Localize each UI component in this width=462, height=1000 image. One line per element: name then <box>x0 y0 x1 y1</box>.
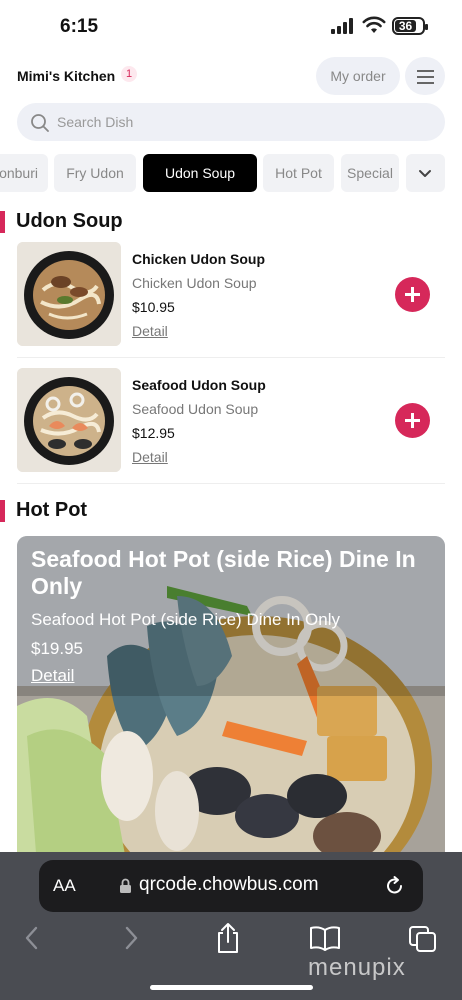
add-to-cart-button[interactable] <box>395 277 430 312</box>
share-icon[interactable] <box>214 922 242 954</box>
bookmarks-icon[interactable] <box>309 925 341 951</box>
cart-count-badge: 1 <box>121 66 137 82</box>
battery-level: 36 <box>395 20 416 32</box>
address-bar[interactable]: AA qrcode.chowbus.com <box>39 860 423 912</box>
forward-arrow-icon[interactable] <box>121 925 141 951</box>
header: Mimi's Kitchen 1 My order <box>0 54 462 98</box>
battery-icon: 36 <box>392 17 428 35</box>
item-name: Chicken Udon Soup <box>132 251 265 267</box>
divider <box>17 357 445 358</box>
featured-item-name: Seafood Hot Pot (side Rice) Dine In Only <box>31 546 416 599</box>
section-title-hot-pot: Hot Pot <box>16 499 88 521</box>
item-description: Chicken Udon Soup <box>132 275 257 291</box>
item-detail-link[interactable]: Detail <box>132 449 168 465</box>
menu-item[interactable]: Chicken Udon Soup Chicken Udon Soup $10.… <box>17 242 445 348</box>
divider <box>17 483 445 484</box>
item-price: $12.95 <box>132 425 175 441</box>
featured-menu-item[interactable]: Seafood Hot Pot (side Rice) Dine In Only… <box>17 536 445 866</box>
tab-hot-pot[interactable]: Hot Pot <box>263 154 334 192</box>
seafood-udon-soup-photo <box>17 368 121 472</box>
item-price: $10.95 <box>132 299 175 315</box>
menu-item[interactable]: Seafood Udon Soup Seafood Udon Soup $12.… <box>17 368 445 474</box>
store-name: Mimi's Kitchen <box>17 68 116 84</box>
reload-icon[interactable] <box>384 875 406 897</box>
tab-donburi[interactable]: onburi <box>0 154 48 192</box>
featured-item-detail-link[interactable]: Detail <box>31 666 74 686</box>
tab-special[interactable]: Special <box>341 154 399 192</box>
chevron-down-icon <box>419 170 431 177</box>
hamburger-menu-button[interactable] <box>405 57 445 95</box>
url-text: qrcode.chowbus.com <box>139 874 319 895</box>
search-placeholder: Search Dish <box>57 114 134 130</box>
my-order-button[interactable]: My order <box>316 57 400 95</box>
section-marker <box>0 211 5 233</box>
category-tabs: onburi Fry Udon Udon Soup Hot Pot Specia… <box>0 154 462 192</box>
more-categories-button[interactable] <box>406 154 445 192</box>
item-description: Seafood Udon Soup <box>132 401 259 417</box>
lock-icon <box>120 878 131 893</box>
item-detail-link[interactable]: Detail <box>132 323 168 339</box>
item-name: Seafood Udon Soup <box>132 377 266 393</box>
add-to-cart-button[interactable] <box>395 403 430 438</box>
search-icon <box>31 114 49 132</box>
back-arrow-icon[interactable] <box>22 925 42 951</box>
home-indicator <box>150 985 313 990</box>
clock: 6:15 <box>60 16 99 37</box>
featured-item-price: $19.95 <box>31 639 83 658</box>
section-marker <box>0 500 5 522</box>
wifi-icon <box>362 16 386 33</box>
watermark: menupix <box>308 954 406 981</box>
chicken-udon-soup-photo <box>17 242 121 346</box>
menu-icon <box>417 70 434 72</box>
section-title-udon-soup: Udon Soup <box>16 210 123 232</box>
featured-item-description: Seafood Hot Pot (side Rice) Dine In Only <box>31 610 340 629</box>
cellular-signal-icon <box>331 18 353 34</box>
text-size-button[interactable]: AA <box>53 876 76 896</box>
tab-udon-soup[interactable]: Udon Soup <box>143 154 257 192</box>
search-input[interactable]: Search Dish <box>17 103 445 141</box>
tabs-icon[interactable] <box>408 925 438 953</box>
tab-fry-udon[interactable]: Fry Udon <box>54 154 136 192</box>
status-bar: 6:15 36 <box>0 0 462 52</box>
